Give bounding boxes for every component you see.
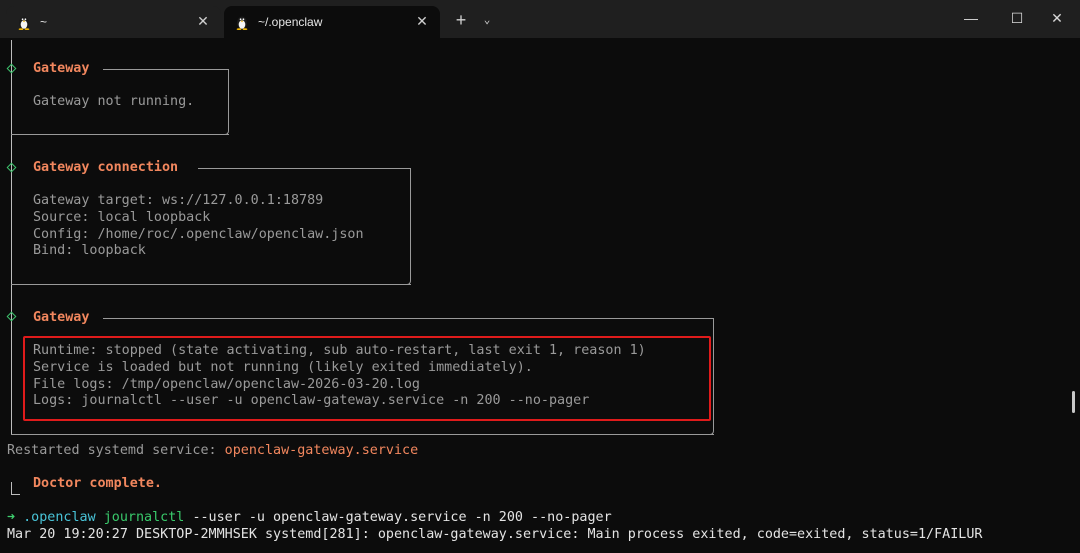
linux-penguin-icon bbox=[236, 16, 248, 30]
title-bar: ~ ✕ ~/.openclaw ✕ + ⌄ — ☐ ✕ bbox=[0, 0, 1080, 38]
box-border bbox=[11, 284, 411, 285]
tree-line bbox=[11, 482, 12, 494]
new-tab-button[interactable]: + bbox=[450, 9, 472, 31]
terminal-output[interactable]: Gateway Gateway not running. Gateway con… bbox=[0, 38, 1080, 553]
journal-output-line: Mar 20 19:20:27 DESKTOP-2MMHSEK systemd[… bbox=[7, 527, 983, 542]
section-line: Source: local loopback bbox=[33, 210, 211, 225]
tree-line bbox=[11, 494, 20, 495]
restarted-prefix: Restarted systemd service: bbox=[7, 443, 225, 458]
tab-label: ~ bbox=[40, 15, 48, 29]
close-tab-icon[interactable]: ✕ bbox=[412, 11, 432, 31]
close-window-button[interactable]: ✕ bbox=[1034, 0, 1080, 36]
tab-label: ~/.openclaw bbox=[258, 15, 323, 29]
close-tab-icon[interactable]: ✕ bbox=[193, 11, 213, 31]
scrollbar-thumb[interactable] bbox=[1072, 391, 1075, 413]
chevron-down-icon[interactable]: ⌄ bbox=[476, 9, 498, 31]
tab-home[interactable]: ~ ✕ bbox=[6, 6, 221, 38]
command-prompt[interactable]: ➜ .openclaw journalctl --user -u opencla… bbox=[7, 509, 612, 526]
tab-openclaw[interactable]: ~/.openclaw ✕ bbox=[224, 6, 440, 38]
prompt-command: journalctl bbox=[103, 510, 185, 525]
section-line: Bind: loopback bbox=[33, 243, 146, 258]
box-border bbox=[11, 134, 229, 135]
doctor-complete: Doctor complete. bbox=[33, 476, 162, 491]
section-line: Gateway target: ws://127.0.0.1:18789 bbox=[33, 193, 324, 208]
highlight-rectangle bbox=[23, 336, 711, 421]
section-line: Gateway not running. bbox=[33, 94, 195, 109]
restarted-line: Restarted systemd service: openclaw-gate… bbox=[7, 442, 418, 459]
prompt-directory: .openclaw bbox=[23, 510, 96, 525]
prompt-args: --user -u openclaw-gateway.service -n 20… bbox=[192, 510, 612, 525]
prompt-arrow-icon: ➜ bbox=[7, 510, 16, 525]
minimize-button[interactable]: — bbox=[948, 0, 994, 36]
linux-penguin-icon bbox=[18, 16, 30, 30]
service-name: openclaw-gateway.service bbox=[224, 443, 419, 458]
section-line: Config: /home/roc/.openclaw/openclaw.jso… bbox=[33, 227, 364, 242]
box-border bbox=[11, 434, 714, 435]
